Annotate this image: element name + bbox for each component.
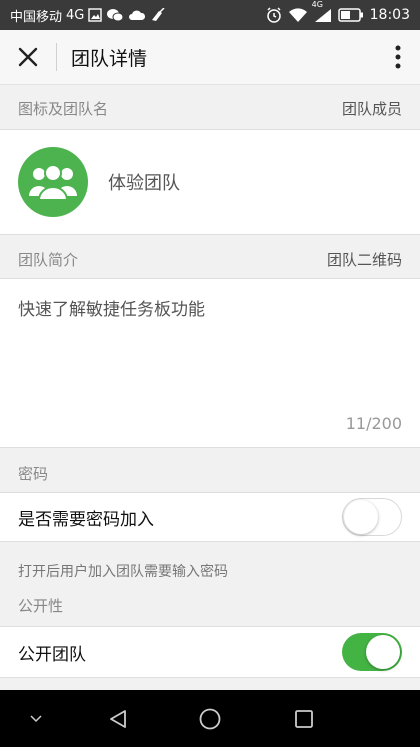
intro-text: 快速了解敏捷任务板功能	[18, 300, 205, 320]
password-toggle[interactable]	[342, 498, 402, 536]
section-header-intro: 团队简介 团队二维码	[0, 238, 420, 280]
nav-home-button[interactable]	[196, 690, 224, 747]
team-name[interactable]: 体验团队	[108, 169, 180, 195]
team-card: 体验团队	[0, 129, 420, 235]
battery-icon	[337, 8, 364, 22]
nav-recents-button[interactable]	[290, 690, 318, 747]
chevron-down-icon	[30, 714, 42, 722]
app-bar: 团队详情	[0, 30, 420, 85]
back-triangle-icon	[110, 709, 126, 728]
sweep-icon	[150, 8, 166, 22]
section-header-icon: 图标及团队名 团队成员	[0, 87, 420, 129]
toggle-knob	[366, 635, 400, 669]
nav-hide-keyboard-button[interactable]	[24, 690, 48, 747]
password-row-label: 是否需要密码加入	[18, 509, 154, 530]
alarm-icon	[266, 7, 282, 23]
status-right: 4G 18:03	[266, 0, 410, 23]
section-icon-label: 图标及团队名	[18, 99, 109, 118]
close-icon	[18, 47, 38, 67]
signal-icon: 4G	[312, 0, 332, 23]
signal-network-label: 4G	[311, 0, 323, 9]
group-icon	[29, 164, 77, 201]
more-button[interactable]	[376, 30, 420, 85]
toggle-knob	[344, 500, 378, 534]
public-row-label: 公开团队	[18, 644, 86, 665]
wifi-icon	[288, 7, 308, 23]
public-toggle[interactable]	[342, 633, 402, 671]
team-members-link[interactable]: 团队成员	[342, 98, 402, 119]
section-intro-label: 团队简介	[18, 250, 79, 269]
password-row: 是否需要密码加入	[0, 492, 420, 542]
more-vertical-icon	[395, 45, 401, 69]
status-time: 18:03	[369, 7, 410, 23]
network-label: 4G	[66, 7, 85, 23]
carrier-label: 中国移动	[10, 9, 63, 25]
intro-char-count: 11/200	[345, 414, 402, 433]
page-title: 团队详情	[71, 47, 148, 70]
home-circle-icon	[199, 708, 221, 729]
status-left: 中国移动 4G	[10, 6, 166, 25]
team-qrcode-link[interactable]: 团队二维码	[327, 249, 402, 270]
password-hint: 打开后用户加入团队需要输入密码	[18, 564, 228, 580]
cloud-icon	[128, 9, 146, 21]
section-public-label: 公开性	[18, 596, 64, 615]
wechat-icon	[106, 8, 124, 22]
app-bar-divider	[56, 43, 57, 71]
recents-square-icon	[295, 709, 313, 728]
section-header-public: 公开性	[0, 584, 420, 626]
team-avatar[interactable]	[18, 147, 88, 217]
image-icon	[88, 8, 103, 22]
intro-textarea[interactable]: 快速了解敏捷任务板功能 11/200	[0, 278, 420, 448]
status-bar: 中国移动 4G 4G 18:03	[0, 0, 420, 30]
section-header-password: 密码	[0, 452, 420, 494]
system-nav-bar	[0, 690, 420, 747]
section-password-label: 密码	[18, 464, 49, 483]
close-button[interactable]	[0, 30, 56, 85]
nav-back-button[interactable]	[104, 690, 132, 747]
public-row: 公开团队	[0, 626, 420, 678]
